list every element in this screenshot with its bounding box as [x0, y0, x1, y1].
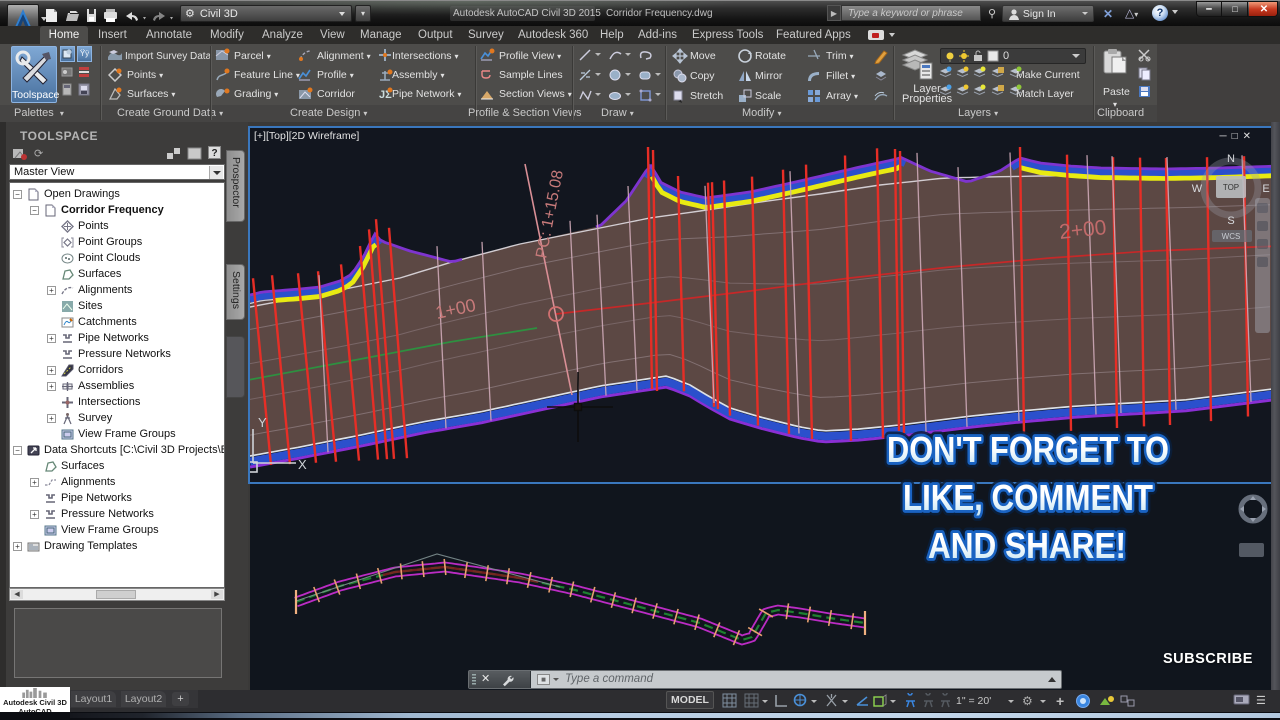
- svg-text:2+00: 2+00: [1058, 216, 1107, 244]
- svg-text:N: N: [1227, 153, 1235, 165]
- svg-text:E: E: [1262, 183, 1269, 195]
- svg-text:X: X: [298, 457, 307, 472]
- svg-text:S: S: [1227, 215, 1234, 227]
- svg-text:W: W: [1192, 183, 1203, 195]
- svg-text:TOP: TOP: [1223, 183, 1239, 192]
- svg-text:Y: Y: [258, 415, 267, 430]
- svg-text:WCS: WCS: [1222, 232, 1241, 241]
